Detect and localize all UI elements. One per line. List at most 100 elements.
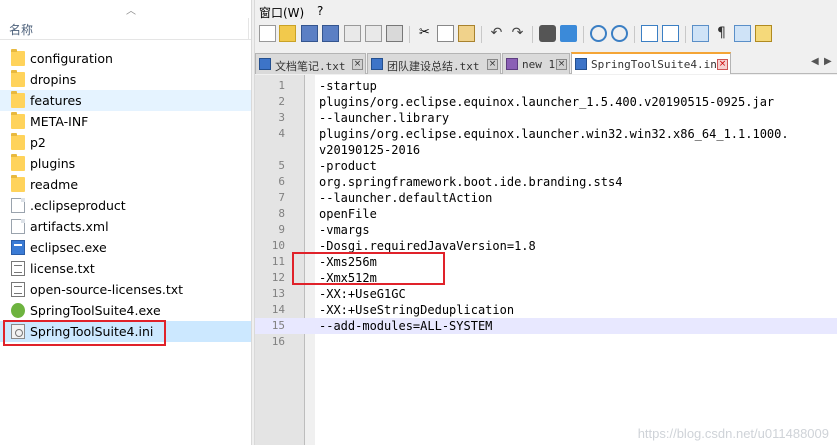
paste-icon[interactable] <box>458 25 475 42</box>
menu-window[interactable]: 窗口(W) <box>259 4 304 21</box>
code-line[interactable]: 3 --launcher.library <box>255 110 837 126</box>
close-all-icon[interactable] <box>365 25 382 42</box>
file-tab-icon <box>506 58 518 70</box>
column-header-name[interactable]: ︿ 名称 <box>0 6 251 40</box>
line-text: --launcher.defaultAction <box>319 191 493 205</box>
code-line[interactable]: 16 <box>255 334 837 350</box>
text-editor[interactable]: 1 -startup 2 plugins/org.eclipse.equinox.la… <box>255 75 837 445</box>
cut-icon[interactable]: ✂ <box>416 25 433 42</box>
file-list-item[interactable]: open-source-licenses.txt <box>0 279 251 300</box>
replace-icon[interactable] <box>560 25 577 42</box>
tab-close-icon[interactable]: × <box>487 59 498 70</box>
close-file-icon[interactable] <box>344 25 361 42</box>
folder-icon <box>11 70 25 87</box>
text-file-icon <box>11 282 25 297</box>
exe-icon <box>11 240 25 255</box>
code-line[interactable]: 15 --add-modules=ALL-SYSTEM <box>255 318 837 334</box>
file-list-item[interactable]: features <box>0 90 251 111</box>
line-number: 12 <box>271 271 285 284</box>
tab-springtoolsuite4-ini[interactable]: SpringToolSuite4.ini × <box>571 52 731 74</box>
code-line[interactable]: 14 -XX:+UseStringDeduplication <box>255 302 837 318</box>
copy-icon[interactable] <box>437 25 454 42</box>
toolbar-separator <box>409 26 410 43</box>
file-list-item[interactable]: license.txt <box>0 258 251 279</box>
tab-close-icon[interactable]: × <box>352 59 363 70</box>
folder-icon <box>11 112 25 129</box>
code-line[interactable]: v20190125-2016 <box>255 142 837 158</box>
code-line[interactable]: 6 org.springframework.boot.ide.branding.s… <box>255 174 837 190</box>
file-list-item[interactable]: META-INF <box>0 111 251 132</box>
tab-doc-notes[interactable]: 文档笔记.txt × <box>255 53 366 74</box>
line-text: plugins/org.eclipse.equinox.launcher.win… <box>319 127 789 141</box>
sync-vertical-icon[interactable] <box>641 25 658 42</box>
file-list-item[interactable]: configuration <box>0 48 251 69</box>
sync-horizontal-icon[interactable] <box>662 25 679 42</box>
line-text: plugins/org.eclipse.equinox.launcher_1.5… <box>319 95 775 109</box>
file-list-item[interactable]: SpringToolSuite4.exe <box>0 300 251 321</box>
word-wrap-icon[interactable] <box>692 25 709 42</box>
zoom-in-icon[interactable] <box>590 25 607 42</box>
file-tab-icon <box>575 58 587 70</box>
save-all-icon[interactable] <box>322 25 339 42</box>
line-text: -startup <box>319 79 377 93</box>
watermark-text: https://blog.csdn.net/u011488009 <box>637 426 829 441</box>
file-list-item[interactable]: dropins <box>0 69 251 90</box>
tab-scroll-left-icon[interactable]: ◀ <box>811 56 819 67</box>
line-number: 15 <box>271 319 285 332</box>
folder-icon <box>11 154 25 171</box>
code-line[interactable]: 9 -vmargs <box>255 222 837 238</box>
toolbar-separator <box>583 26 584 43</box>
code-line[interactable]: 8 openFile <box>255 206 837 222</box>
file-name: readme <box>30 177 79 192</box>
new-file-icon[interactable] <box>259 25 276 42</box>
line-number: 6 <box>278 175 285 188</box>
file-name: META-INF <box>30 114 89 129</box>
highlight-box-heap-settings <box>292 252 445 285</box>
zoom-out-icon[interactable] <box>611 25 628 42</box>
column-divider[interactable] <box>248 18 249 40</box>
indent-guide-icon[interactable] <box>734 25 751 42</box>
line-number: 7 <box>278 191 285 204</box>
toolbar-separator <box>634 26 635 43</box>
code-line[interactable]: 2 plugins/org.eclipse.equinox.launcher_1.… <box>255 94 837 110</box>
tab-close-icon[interactable]: × <box>556 59 567 70</box>
line-number: 4 <box>278 127 285 140</box>
file-list-item[interactable]: plugins <box>0 153 251 174</box>
line-number: 13 <box>271 287 285 300</box>
sort-chevron-icon: ︿ <box>126 6 136 17</box>
print-icon[interactable] <box>386 25 403 42</box>
line-text: openFile <box>319 207 377 221</box>
tab-label: new 1 <box>522 58 556 71</box>
file-list-item[interactable]: eclipsec.exe <box>0 237 251 258</box>
code-line[interactable]: 13 -XX:+UseG1GC <box>255 286 837 302</box>
show-all-characters-icon[interactable]: ¶ <box>713 25 730 42</box>
tab-scroll-right-icon[interactable]: ▶ <box>824 56 832 67</box>
code-line[interactable]: 7 --launcher.defaultAction <box>255 190 837 206</box>
file-list-item[interactable]: .eclipseproduct <box>0 195 251 216</box>
user-language-icon[interactable] <box>755 25 772 42</box>
line-text: v20190125-2016 <box>319 143 421 157</box>
undo-icon[interactable]: ↶ <box>488 25 505 42</box>
file-icon <box>11 198 25 213</box>
file-name: .eclipseproduct <box>30 198 126 213</box>
column-header-label: 名称 <box>9 23 34 37</box>
open-file-icon[interactable] <box>279 25 296 42</box>
code-line[interactable]: 4 plugins/org.eclipse.equinox.launcher.wi… <box>255 126 837 142</box>
menu-help[interactable]: ? <box>317 4 323 18</box>
save-icon[interactable] <box>301 25 318 42</box>
file-list-item[interactable]: readme <box>0 174 251 195</box>
find-icon[interactable] <box>539 25 556 42</box>
menu-bar: 窗口(W) ? <box>255 0 837 22</box>
line-number: 1 <box>278 79 285 92</box>
redo-icon[interactable]: ↷ <box>509 25 526 42</box>
file-list-item[interactable]: p2 <box>0 132 251 153</box>
line-number: 14 <box>271 303 285 316</box>
file-list-item[interactable]: artifacts.xml <box>0 216 251 237</box>
tab-team-summary[interactable]: 团队建设总结.txt × <box>367 53 501 74</box>
code-line[interactable]: 1 -startup <box>255 78 837 94</box>
tab-new-1[interactable]: new 1 × <box>502 53 570 74</box>
file-tab-icon <box>371 58 383 70</box>
tab-label: 团队建设总结.txt <box>387 60 480 73</box>
code-line[interactable]: 5 -product <box>255 158 837 174</box>
tab-close-icon[interactable]: × <box>717 59 728 70</box>
